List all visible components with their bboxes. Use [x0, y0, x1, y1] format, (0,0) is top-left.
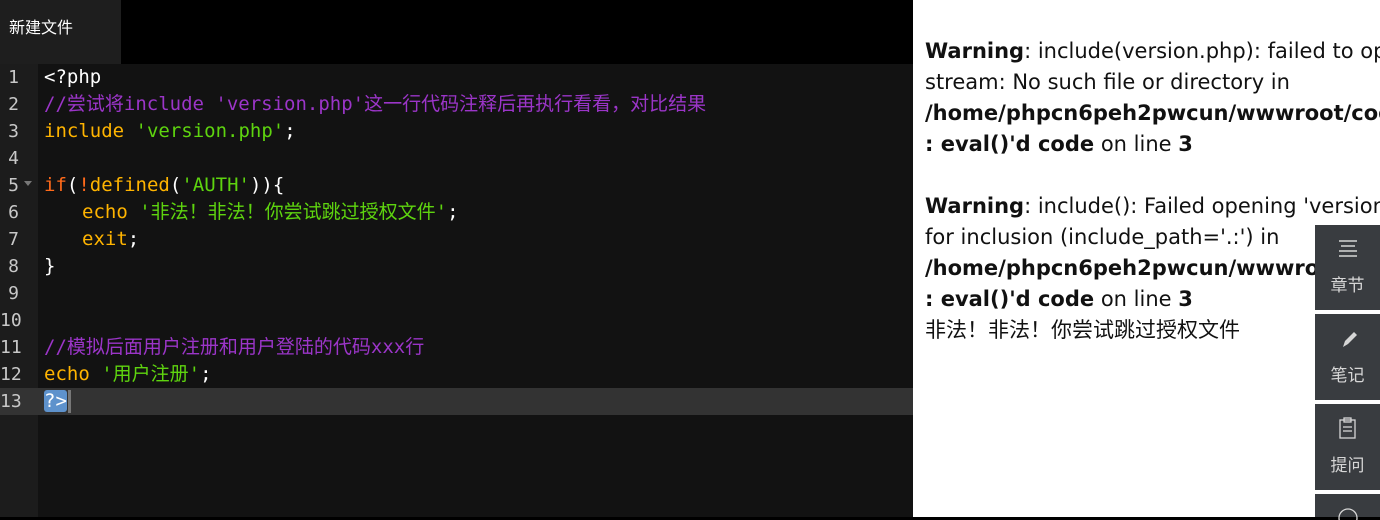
text-cursor [67, 390, 71, 413]
echo-output: 非法！非法！你尝试跳过授权文件 [925, 318, 1240, 342]
punctuation: } [44, 255, 56, 277]
code-editor-pane: 新建文件 1 <?php 2 //尝试将include 'version.php… [0, 0, 913, 517]
line-number: 3 [8, 121, 19, 142]
list-icon [1339, 240, 1357, 257]
line-number: 7 [8, 229, 19, 250]
sidebar-item-label: 提问 [1330, 456, 1365, 476]
pencil-icon [1343, 332, 1357, 347]
line-number: 13 [0, 391, 22, 412]
line-number: 10 [0, 310, 22, 331]
punctuation: ( [66, 174, 79, 196]
code-line[interactable]: 6 echo '非法！非法！你尝试跳过授权文件'; [0, 199, 913, 226]
punctuation: ( [169, 174, 182, 196]
string: 'version.php' [135, 120, 285, 142]
code-line[interactable]: 5 if(!defined('AUTH')){ [0, 172, 913, 199]
line-number: 9 [8, 283, 19, 304]
warning-label: Warning [925, 39, 1025, 63]
code-line[interactable]: 11 //模拟后面用户注册和用户登陆的代码xxx行 [0, 334, 913, 361]
tab-bar: 新建文件 [0, 0, 913, 64]
keyword: exit [82, 228, 128, 250]
code-line[interactable]: 2 //尝试将include 'version.php'这一行代码注释后再执行看… [0, 91, 913, 118]
line-number: 1 [8, 67, 19, 88]
clipboard-icon [1339, 417, 1356, 439]
code-line[interactable]: 7 exit; [0, 226, 913, 253]
punctuation: ; [200, 363, 212, 385]
warning-1: Warning: include(version.php): failed to… [925, 36, 1380, 160]
keyword: include [44, 120, 125, 142]
line-number: 2 [8, 94, 19, 115]
warning-2: Warning: include(): Failed opening 'vers… [925, 191, 1380, 315]
code-line[interactable]: 1 <?php [0, 64, 913, 91]
keyword: echo [82, 201, 128, 223]
punctuation: )){ [249, 174, 285, 196]
warning-on-line: on line [1094, 132, 1179, 156]
output-pane: Warning: include(version.php): failed to… [913, 0, 1380, 517]
output-text: Warning: include(version.php): failed to… [925, 36, 1380, 346]
warning-line-number: 3 [1178, 132, 1193, 156]
code-line[interactable]: 8 } [0, 253, 913, 280]
sidebar-item-info[interactable] [1315, 494, 1380, 520]
code-line[interactable]: 3 include 'version.php'; [0, 118, 913, 145]
line-number: 5 [8, 175, 19, 196]
punctuation: ; [284, 120, 296, 142]
info-icon [1338, 508, 1358, 520]
line-number: 8 [8, 256, 19, 277]
code-line-active[interactable]: 13 ?> [0, 388, 913, 415]
sidebar-item-label: 章节 [1330, 276, 1365, 296]
fold-arrow-icon[interactable] [24, 181, 32, 186]
comment: //尝试将include 'version.php'这一行代码注释后再执行看看，… [44, 93, 707, 115]
sidebar-item-questions[interactable]: 提问 [1315, 404, 1380, 490]
function-name: defined [89, 174, 170, 196]
code-line[interactable]: 4 [0, 145, 913, 172]
code-line[interactable]: 10 [0, 307, 913, 334]
keyword: echo [44, 363, 90, 385]
sidebar-item-label: 笔记 [1330, 366, 1365, 386]
line-number: 6 [8, 202, 19, 223]
warning-on-line: on line [1094, 287, 1179, 311]
code-area[interactable]: 1 <?php 2 //尝试将include 'version.php'这一行代… [0, 64, 913, 517]
warning-line-number: 3 [1178, 287, 1193, 311]
operator-not: ! [78, 174, 90, 196]
string: '非法！非法！你尝试跳过授权文件' [139, 201, 448, 223]
tab-new-file[interactable]: 新建文件 [0, 0, 121, 64]
punctuation: ; [447, 201, 459, 223]
sidebar-item-chapters[interactable]: 章节 [1315, 225, 1380, 310]
comment: //模拟后面用户注册和用户登陆的代码xxx行 [44, 336, 425, 358]
warning-label: Warning [925, 194, 1025, 218]
code-line[interactable]: 9 [0, 280, 913, 307]
php-close-tag-selected: ?> [44, 390, 67, 412]
keyword-if: if [44, 174, 67, 196]
string: 'AUTH' [181, 174, 250, 196]
string: '用户注册' [101, 363, 201, 385]
sidebar-item-notes[interactable]: 笔记 [1315, 314, 1380, 400]
php-open-tag: <?php [44, 66, 102, 88]
punctuation: ; [127, 228, 140, 250]
line-number: 11 [0, 337, 22, 358]
line-number: 4 [8, 148, 19, 169]
code-line[interactable]: 12 echo '用户注册'; [0, 361, 913, 388]
line-number: 12 [0, 364, 22, 385]
